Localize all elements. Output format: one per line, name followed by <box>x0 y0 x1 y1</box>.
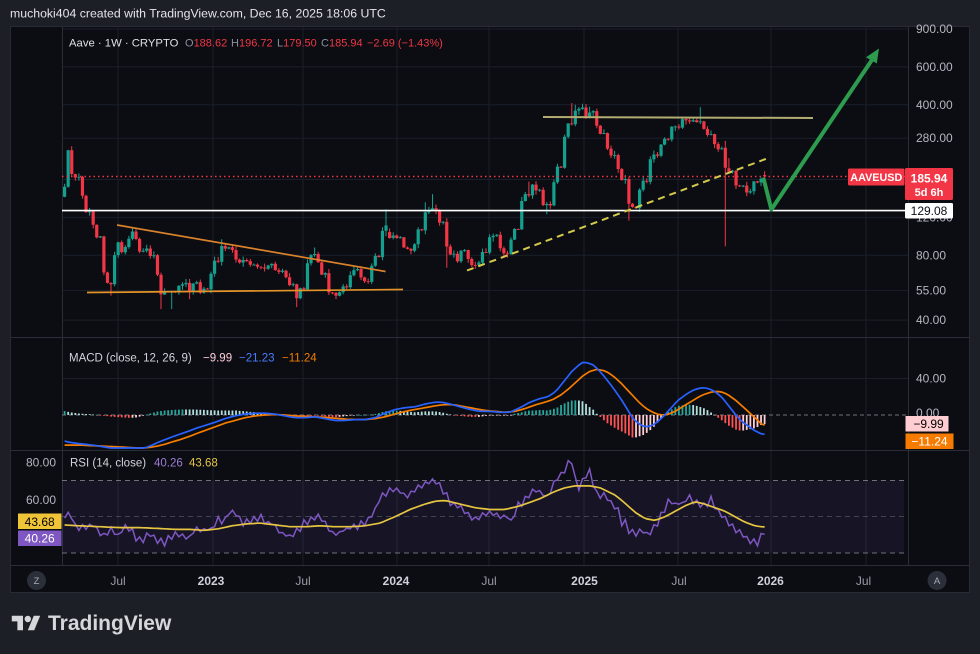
svg-text:C185.94: C185.94 <box>321 38 363 50</box>
svg-text:80.00: 80.00 <box>26 456 56 470</box>
svg-text:55.00: 55.00 <box>916 283 946 297</box>
svg-text:TradingView: TradingView <box>48 612 172 635</box>
svg-text:A: A <box>934 576 941 587</box>
svg-text:MACD (close, 12, 26, 9): MACD (close, 12, 26, 9) <box>69 353 192 365</box>
svg-text:AAVEUSD: AAVEUSD <box>850 172 902 184</box>
svg-text:900.00: 900.00 <box>916 22 953 36</box>
svg-text:5d 6h: 5d 6h <box>915 187 944 199</box>
svg-text:2025: 2025 <box>571 574 598 588</box>
svg-text:2024: 2024 <box>383 574 410 588</box>
svg-text:Jul: Jul <box>481 574 496 588</box>
svg-text:400.00: 400.00 <box>916 98 953 112</box>
svg-text:muchoki404 created with Tradin: muchoki404 created with TradingView.com,… <box>10 7 386 21</box>
svg-text:Jul: Jul <box>295 574 310 588</box>
svg-text:Jul: Jul <box>671 574 686 588</box>
svg-text:40.00: 40.00 <box>916 372 946 386</box>
svg-text:60.00: 60.00 <box>26 493 56 507</box>
svg-text:2023: 2023 <box>198 574 225 588</box>
svg-text:600.00: 600.00 <box>916 60 953 74</box>
svg-text:L179.50: L179.50 <box>277 38 317 50</box>
svg-text:−21.23: −21.23 <box>239 353 275 365</box>
svg-text:−9.99: −9.99 <box>913 417 944 431</box>
svg-text:129.08: 129.08 <box>911 204 948 218</box>
svg-text:280.00: 280.00 <box>916 131 953 145</box>
svg-text:80.00: 80.00 <box>916 248 946 262</box>
svg-text:RSI (14, close): RSI (14, close) <box>70 458 146 470</box>
svg-text:Aave · 1W · CRYPTO: Aave · 1W · CRYPTO <box>69 38 179 50</box>
svg-text:O188.62: O188.62 <box>185 38 227 50</box>
svg-text:−11.24: −11.24 <box>282 353 317 365</box>
svg-text:−11.24: −11.24 <box>911 434 947 448</box>
svg-text:43.68: 43.68 <box>25 515 55 529</box>
svg-text:Jul: Jul <box>856 574 871 588</box>
svg-text:43.68: 43.68 <box>189 458 218 470</box>
svg-text:Z: Z <box>34 576 40 587</box>
svg-text:−2.69 (−1.43%): −2.69 (−1.43%) <box>367 38 443 50</box>
svg-text:40.26: 40.26 <box>154 458 183 470</box>
svg-text:Jul: Jul <box>110 574 125 588</box>
svg-text:−9.99: −9.99 <box>203 353 232 365</box>
svg-text:40.00: 40.00 <box>916 313 946 327</box>
svg-text:40.26: 40.26 <box>25 531 55 545</box>
svg-text:2026: 2026 <box>757 574 784 588</box>
svg-text:H196.72: H196.72 <box>231 38 273 50</box>
svg-text:185.94: 185.94 <box>911 172 948 186</box>
